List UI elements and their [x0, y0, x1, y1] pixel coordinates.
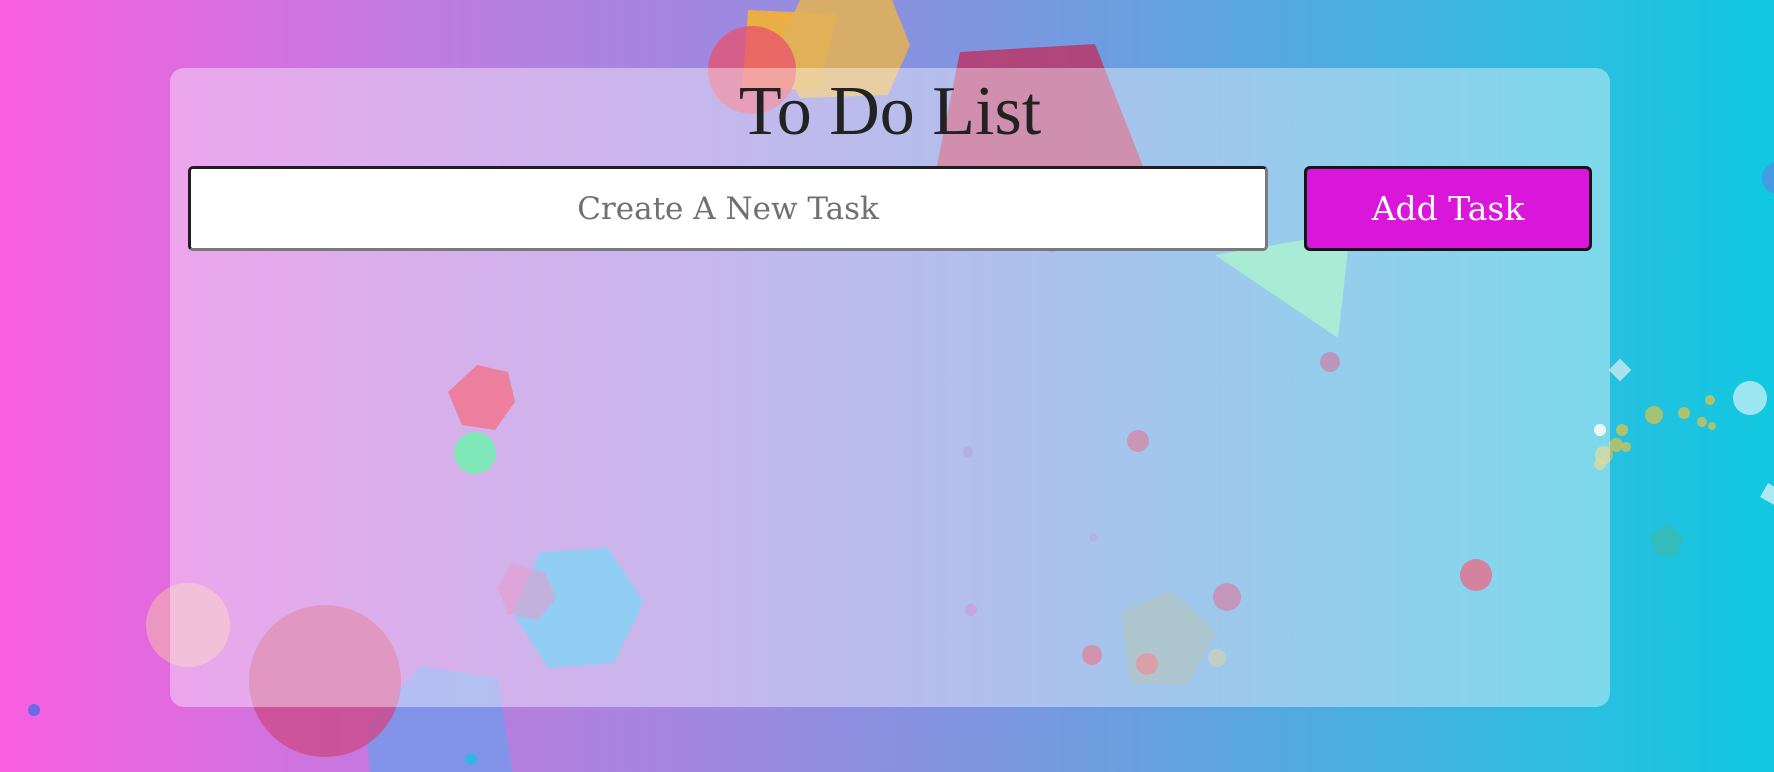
gold-dot-shape — [1645, 406, 1663, 424]
gold-dot-shape — [1697, 417, 1707, 427]
gold-dot-shape — [1678, 407, 1690, 419]
white-bubble-shape — [1733, 381, 1767, 415]
new-task-input[interactable] — [188, 166, 1268, 251]
blue-partial-circle-shape — [1762, 162, 1774, 194]
white-diamond-small-shape — [1760, 483, 1774, 505]
white-diamond-shape — [1608, 358, 1632, 382]
blue-dot-shape — [28, 704, 40, 716]
gold-dot-shape — [1708, 422, 1716, 430]
gold-dot-shape — [1616, 424, 1628, 436]
gold-dot-shape — [1705, 395, 1715, 405]
page-title: To Do List — [738, 73, 1042, 150]
todo-card — [170, 68, 1610, 707]
gold-dot-shape — [1621, 442, 1631, 452]
cyan-dot-shape — [465, 753, 477, 765]
teal-pentagon-shape — [1650, 524, 1683, 555]
add-task-button[interactable]: Add Task — [1304, 166, 1592, 251]
